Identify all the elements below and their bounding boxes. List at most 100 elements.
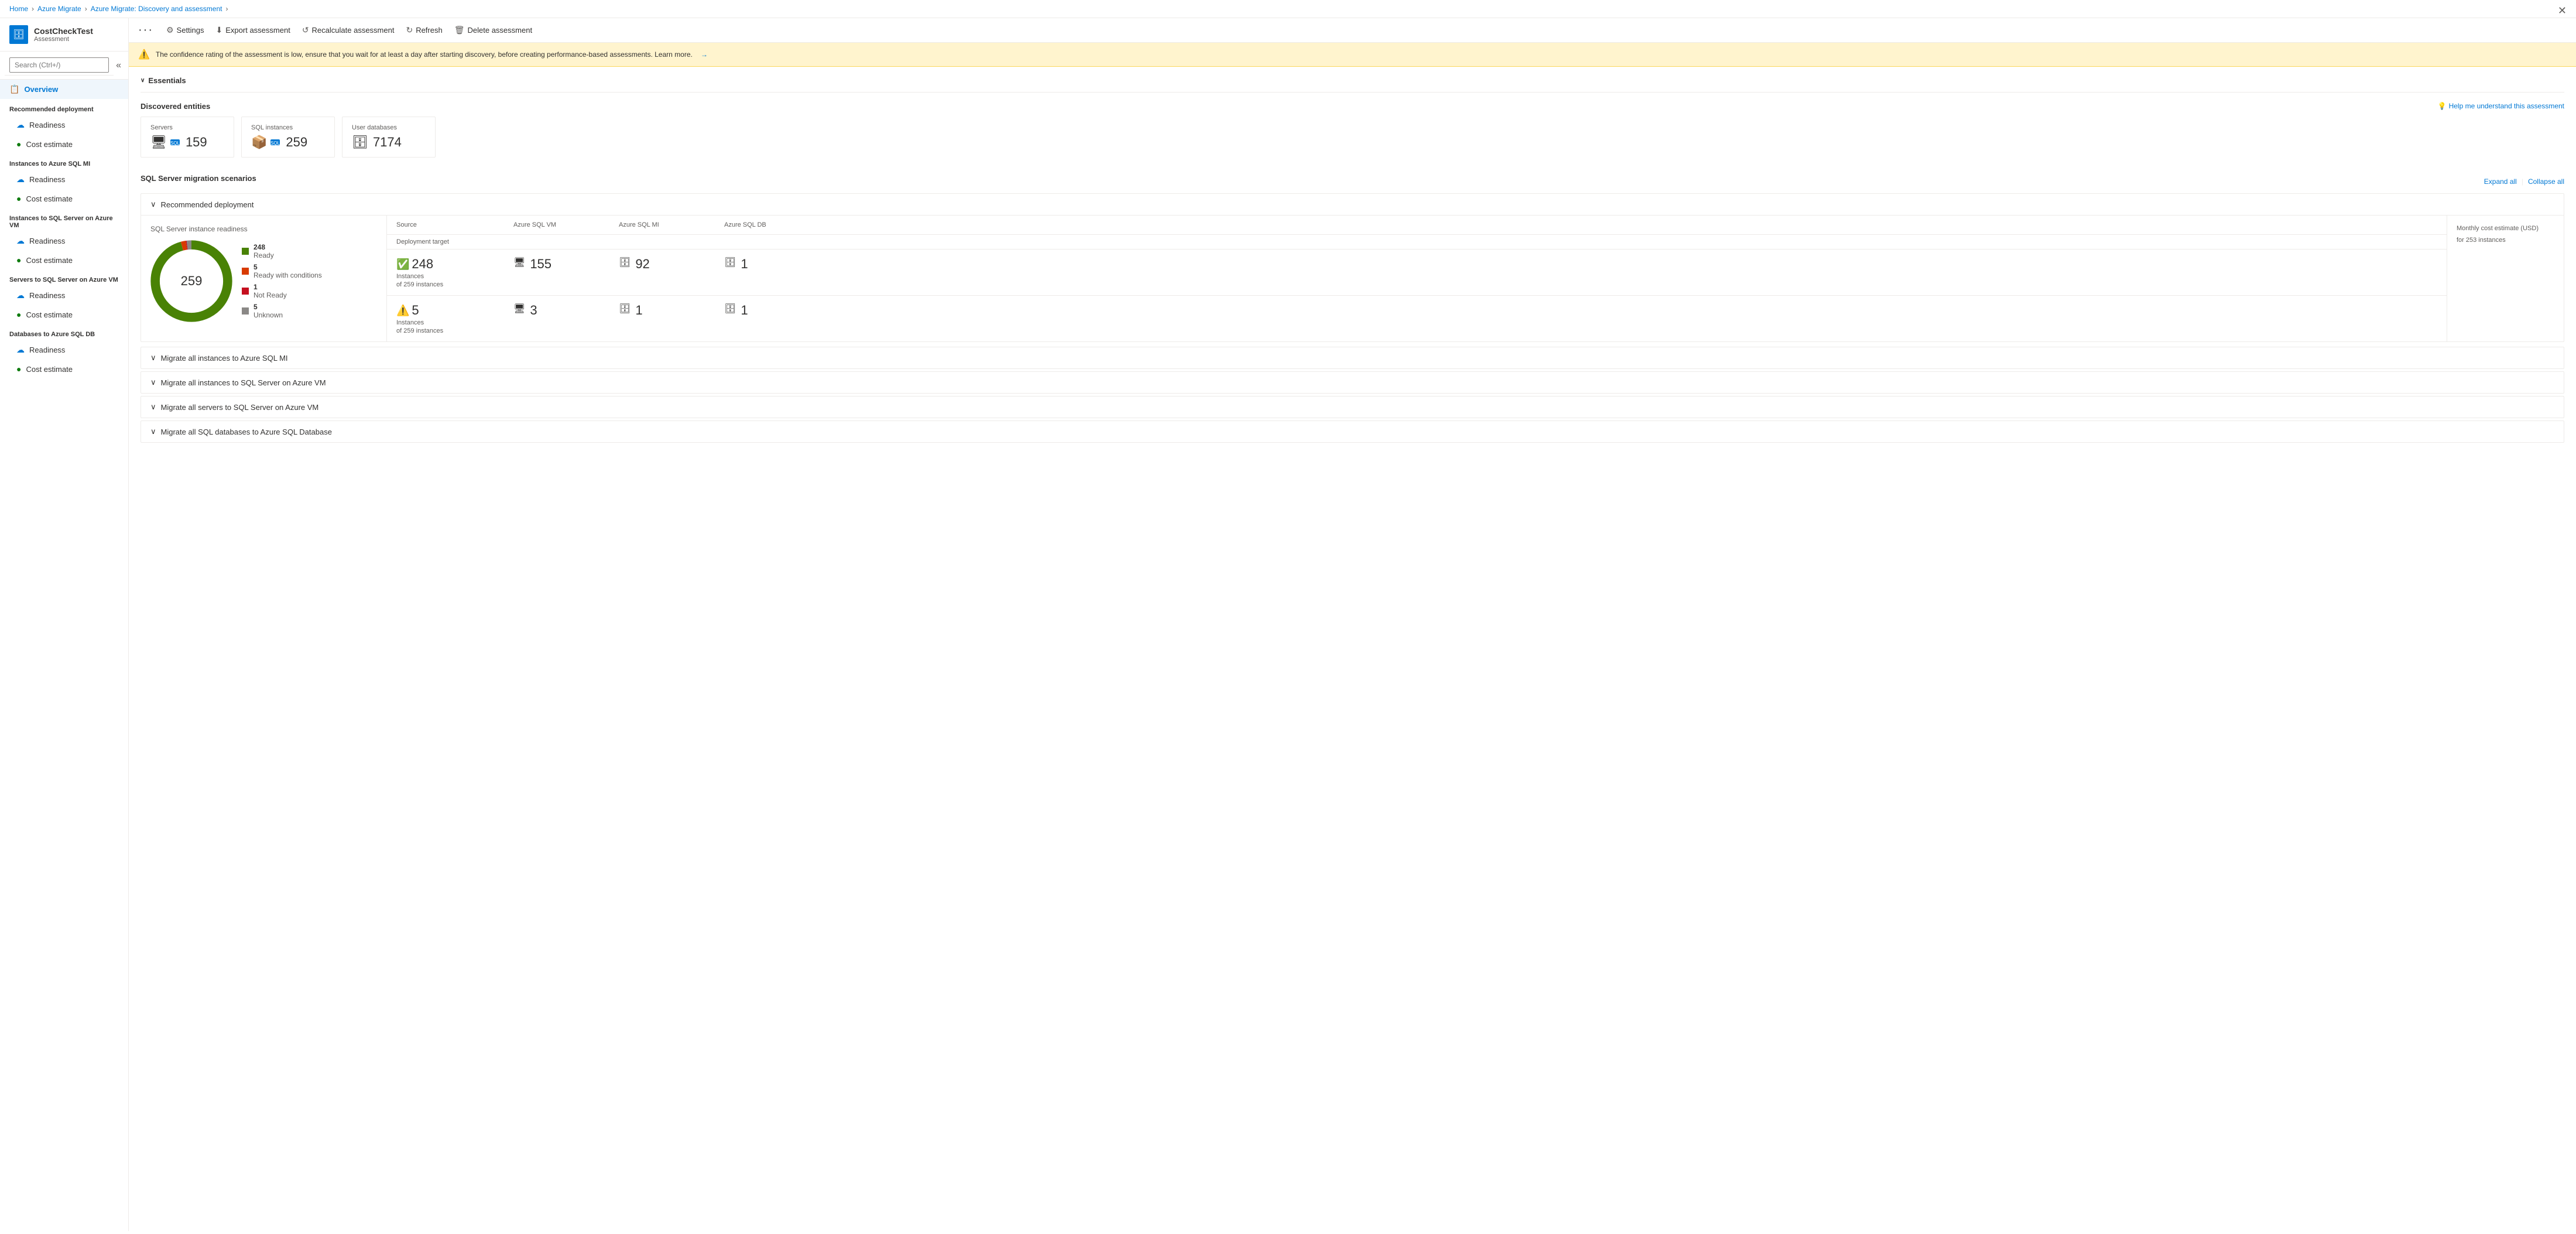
header-azure-sql-vm: Azure SQL VM [513, 221, 619, 228]
warning-icon: ⚠️ [396, 305, 409, 317]
cloud-icon-5: ☁ [16, 345, 25, 355]
sidebar-item-sqldb-cost[interactable]: ● Cost estimate [0, 360, 128, 378]
export-icon: ⬇ [216, 25, 223, 35]
toolbar: ··· ⚙ Settings ⬇ Export assessment ↺ Rec… [129, 18, 2576, 43]
header-source: Source [396, 221, 513, 228]
scenario-recommended-label: Recommended deployment [161, 200, 254, 209]
settings-icon: ⚙ [166, 25, 174, 35]
chart-area: 259 248 Ready [150, 240, 377, 322]
search-input[interactable] [9, 57, 109, 73]
main-content: ··· ⚙ Settings ⬇ Export assessment ↺ Rec… [129, 18, 2576, 1231]
sidebar-item-sqldb-readiness[interactable]: ☁ Readiness [0, 340, 128, 360]
refresh-button[interactable]: ↻ Refresh [400, 22, 448, 39]
migration-scenarios-title: SQL Server migration scenarios [141, 174, 256, 183]
sidebar-item-sqlvm-cost[interactable]: ● Cost estimate [0, 251, 128, 269]
sidebar-item-label: Cost estimate [26, 194, 72, 203]
close-button[interactable]: ✕ [2558, 5, 2567, 17]
vm-warning-count: 3 [530, 303, 537, 318]
expand-all-link[interactable]: Expand all [2484, 177, 2517, 186]
ready-count: 248 [412, 257, 433, 272]
chart-panel: SQL Server instance readiness [141, 216, 387, 341]
cloud-icon-1: ☁ [16, 120, 25, 130]
export-button[interactable]: ⬇ Export assessment [210, 22, 296, 39]
header-azure-sql-db: Azure SQL DB [724, 221, 830, 228]
scenario-recommended-header[interactable]: ∨ Recommended deployment [141, 194, 2564, 216]
scenario-migrate-servers-vm: ∨ Migrate all servers to SQL Server on A… [141, 396, 2564, 418]
breadcrumb-home[interactable]: Home [9, 5, 28, 13]
help-icon: 💡 [2438, 102, 2447, 110]
user-databases-icon: 🗄 [352, 135, 368, 150]
scenario-migrate-servers-vm-label: Migrate all servers to SQL Server on Azu… [161, 403, 319, 412]
more-options-dots[interactable]: ··· [138, 23, 153, 37]
refresh-icon: ↻ [406, 25, 413, 35]
breadcrumb-discovery[interactable]: Azure Migrate: Discovery and assessment [91, 5, 222, 13]
sidebar-item-sqlmi-cost[interactable]: ● Cost estimate [0, 189, 128, 208]
entity-card-servers[interactable]: Servers 🖥 SQL 159 [141, 117, 234, 158]
target-db-warning: 🗄 1 [724, 303, 830, 318]
target-vm-warning: 🖥 3 [513, 303, 619, 318]
legend-not-ready-dot [242, 288, 249, 295]
cloud-icon-3: ☁ [16, 236, 25, 246]
legend-ready-conditions-dot [242, 268, 249, 275]
sidebar-item-sqlvm-readiness[interactable]: ☁ Readiness [0, 231, 128, 251]
sidebar-item-rec-cost[interactable]: ● Cost estimate [0, 135, 128, 153]
entity-user-databases-value: 7174 [373, 135, 402, 150]
scenario-migrate-sql-mi-header[interactable]: ∨ Migrate all instances to Azure SQL MI [141, 347, 2564, 368]
warning-sub: of 259 instances [396, 327, 443, 334]
db-icon-1: 🗄 [724, 257, 736, 268]
delete-button[interactable]: 🗑 Delete assessment [448, 22, 538, 39]
sidebar-item-label: Cost estimate [26, 140, 72, 149]
mi-icon-2: 🗄 [619, 303, 631, 315]
sidebar-item-rec-readiness[interactable]: ☁ Readiness [0, 115, 128, 135]
scenario-migrate-sql-db: ∨ Migrate all SQL databases to Azure SQL… [141, 421, 2564, 443]
entity-card-user-databases[interactable]: User databases 🗄 7174 [342, 117, 436, 158]
vm-icon-2: 🖥 [513, 303, 525, 315]
alert-learn-more-link[interactable]: → [701, 50, 708, 59]
warning-instances-label: Instances [396, 319, 443, 326]
scenario-recommended-body: SQL Server instance readiness [141, 216, 2564, 341]
sidebar-item-srvvm-cost[interactable]: ● Cost estimate [0, 305, 128, 324]
sidebar-app-header: 🗄 CostCheckTest Assessment [0, 18, 128, 52]
alert-banner: ⚠️ The confidence rating of the assessme… [129, 43, 2576, 67]
sidebar-item-sqlmi-readiness[interactable]: ☁ Readiness [0, 170, 128, 189]
entity-card-sql-instances[interactable]: SQL instances 📦 SQL 259 [241, 117, 335, 158]
entity-sql-instances-label: SQL instances [251, 124, 325, 131]
recommended-body: SQL Server instance readiness [141, 216, 2564, 341]
settings-button[interactable]: ⚙ Settings [160, 22, 210, 39]
sidebar-item-srvvm-readiness[interactable]: ☁ Readiness [0, 286, 128, 305]
cost-icon-4: ● [16, 310, 21, 319]
chart-title: SQL Server instance readiness [150, 225, 377, 233]
sql-instances-icon: 📦 [251, 135, 267, 150]
essentials-section[interactable]: ∨ Essentials [141, 76, 2564, 85]
sidebar-section-sqlvm: Instances to SQL Server on Azure VM [0, 208, 128, 231]
header-azure-sql-mi: Azure SQL MI [619, 221, 724, 228]
scenario-migrate-servers-vm-header[interactable]: ∨ Migrate all servers to SQL Server on A… [141, 396, 2564, 418]
sidebar-section-sqlmi: Instances to Azure SQL MI [0, 153, 128, 170]
mi-warning-count: 1 [635, 303, 642, 318]
scenario-migrate-sql-vm-header[interactable]: ∨ Migrate all instances to SQL Server on… [141, 372, 2564, 393]
scenario-migrate-sql-mi: ∨ Migrate all instances to Azure SQL MI [141, 347, 2564, 369]
discovered-entities-section: Discovered entities Servers 🖥 SQL 159 [141, 102, 436, 169]
mi-icon-1: 🗄 [619, 257, 631, 268]
scenario-migrate-sql-db-header[interactable]: ∨ Migrate all SQL databases to Azure SQL… [141, 421, 2564, 442]
target-vm-ready: 🖥 155 [513, 257, 619, 272]
content-area: ∨ Essentials Discovered entities Servers… [129, 67, 2576, 1231]
cost-panel-sub: for 253 instances [2457, 237, 2554, 244]
sidebar-collapse-button[interactable]: « [114, 58, 124, 73]
help-link[interactable]: 💡 Help me understand this assessment [2438, 102, 2564, 110]
scenario-migrate-sql-mi-label: Migrate all instances to Azure SQL MI [161, 354, 288, 363]
servers-db-icon: SQL [169, 136, 181, 148]
donut-center-value: 259 [181, 274, 203, 289]
recalculate-button[interactable]: ↺ Recalculate assessment [296, 22, 400, 39]
data-row-ready: ✅ 248 Instances of 259 instances 🖥 [387, 249, 2447, 296]
entity-servers-label: Servers [150, 124, 224, 131]
sidebar-item-overview[interactable]: 📋 Overview [0, 80, 128, 99]
sidebar-item-label: Readiness [29, 291, 65, 300]
breadcrumb-azure-migrate[interactable]: Azure Migrate [37, 5, 81, 13]
overview-icon: 📋 [9, 84, 19, 94]
chart-legend: 248 Ready 5 Ready with conditions [242, 243, 322, 319]
scenario-migrate-sql-vm-label: Migrate all instances to SQL Server on A… [161, 378, 326, 387]
cost-icon-1: ● [16, 139, 21, 149]
collapse-all-link[interactable]: Collapse all [2528, 177, 2564, 186]
cost-icon-3: ● [16, 255, 21, 265]
